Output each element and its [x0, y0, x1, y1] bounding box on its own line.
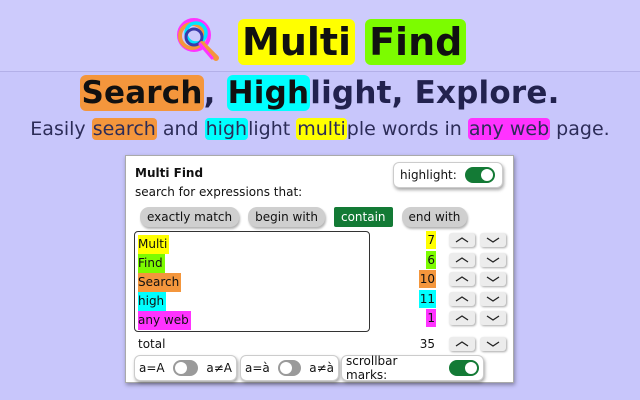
title-word: Multi: [238, 19, 356, 65]
prev-match-button[interactable]: [449, 272, 475, 286]
term-counts: 7 6 10 11 1: [416, 231, 506, 329]
total-prev-button[interactable]: [449, 337, 475, 351]
highlight-switch[interactable]: [464, 167, 495, 183]
chevron-down-icon: [486, 341, 500, 347]
search-terms-box[interactable]: Multi Find Search high any web: [134, 231, 370, 332]
term-count: 7: [426, 231, 436, 249]
accent-sensitive-label: a≠à: [309, 361, 334, 375]
next-match-button[interactable]: [480, 272, 506, 286]
highlighted-segment: high: [204, 118, 249, 140]
switch-knob: [279, 362, 292, 374]
chevron-up-icon: [455, 256, 469, 263]
chevron-down-icon: [486, 295, 500, 302]
match-mode-group: exactly match begin with contain end with: [140, 207, 468, 227]
mode-button-contain[interactable]: contain: [333, 207, 393, 227]
text-segment: and: [156, 118, 205, 140]
prev-match-button[interactable]: [449, 291, 475, 306]
highlighted-segment: any web: [467, 118, 551, 140]
case-switch[interactable]: [172, 360, 199, 376]
switch-knob: [174, 362, 187, 374]
magnifier-logo-icon: [177, 18, 219, 61]
text-segment: page.: [550, 118, 610, 140]
search-term: high: [138, 292, 167, 311]
scrollbar-marks-switch[interactable]: [449, 360, 479, 376]
term-count: 11: [418, 289, 436, 308]
total-next-button[interactable]: [480, 337, 506, 351]
chevron-up-icon: [455, 315, 469, 321]
chevron-down-icon: [486, 315, 500, 321]
mode-button-begin-with[interactable]: begin with: [248, 207, 325, 227]
count-row: 7: [416, 231, 506, 251]
switch-knob: [465, 362, 477, 374]
popup-subtitle: search for expressions that:: [135, 185, 303, 199]
prev-match-button[interactable]: [449, 252, 475, 267]
next-match-button[interactable]: [480, 311, 506, 325]
highlight-label: highlight:: [400, 168, 457, 182]
count-row: 1: [416, 309, 506, 329]
term-count: 1: [426, 309, 436, 327]
case-sensitive-label: a≠A: [206, 361, 232, 375]
app-title: Multi Find: [238, 19, 467, 65]
term-count: 10: [418, 270, 436, 288]
accent-option-group: a=à a≠à: [240, 355, 339, 381]
search-term: Find: [138, 254, 165, 273]
tagline: Search, Highlight, Explore.: [0, 74, 640, 112]
subtitle: Easily search and highlight multiple wor…: [0, 116, 640, 142]
highlighted-segment: search: [91, 118, 157, 140]
mode-button-exactly-match[interactable]: exactly match: [140, 207, 240, 227]
search-term: Multi: [138, 235, 170, 254]
case-insensitive-label: a=A: [139, 361, 165, 375]
text-segment: Easily: [30, 118, 92, 140]
scrollbar-marks-group: scrollbar marks:: [341, 354, 484, 382]
highlighted-segment: multi: [296, 118, 347, 140]
total-row: 35: [416, 335, 506, 354]
search-term: any web: [138, 311, 191, 330]
count-row: 10: [416, 270, 506, 290]
popup-title: Multi Find: [135, 166, 204, 180]
total-count: 35: [419, 337, 435, 351]
chevron-down-icon: [486, 237, 500, 243]
count-row: 11: [416, 289, 506, 310]
term-count: 6: [426, 250, 436, 269]
text-segment: light: [248, 118, 297, 140]
chevron-down-icon: [486, 256, 500, 263]
popup-panel: Multi Find search for expressions that: …: [125, 155, 514, 383]
case-option-group: a=A a≠A: [134, 355, 237, 381]
search-term: Search: [138, 273, 182, 292]
text-segment: ple words in: [346, 118, 468, 140]
accent-insensitive-label: a=à: [245, 361, 270, 375]
chevron-up-icon: [455, 276, 469, 282]
count-row: 6: [416, 250, 506, 271]
scrollbar-marks-label: scrollbar marks:: [346, 354, 398, 382]
highlighted-segment: Search: [80, 75, 204, 111]
text-segment: ,: [203, 75, 227, 111]
next-match-button[interactable]: [480, 291, 506, 306]
next-match-button[interactable]: [480, 252, 506, 267]
chevron-up-icon: [455, 295, 469, 302]
total-label: total: [138, 337, 166, 351]
prev-match-button[interactable]: [449, 233, 475, 247]
highlight-toggle-group: highlight:: [393, 162, 503, 188]
accent-switch[interactable]: [277, 360, 302, 376]
next-match-button[interactable]: [480, 233, 506, 247]
switch-knob: [480, 169, 493, 181]
prev-match-button[interactable]: [449, 311, 475, 325]
mode-button-end-with[interactable]: end with: [401, 207, 468, 227]
highlighted-segment: High: [226, 75, 311, 111]
text-segment: light, Explore.: [310, 75, 560, 111]
title-word: Find: [365, 19, 467, 65]
chevron-up-icon: [455, 341, 469, 347]
chevron-down-icon: [486, 276, 500, 282]
chevron-up-icon: [455, 237, 469, 243]
